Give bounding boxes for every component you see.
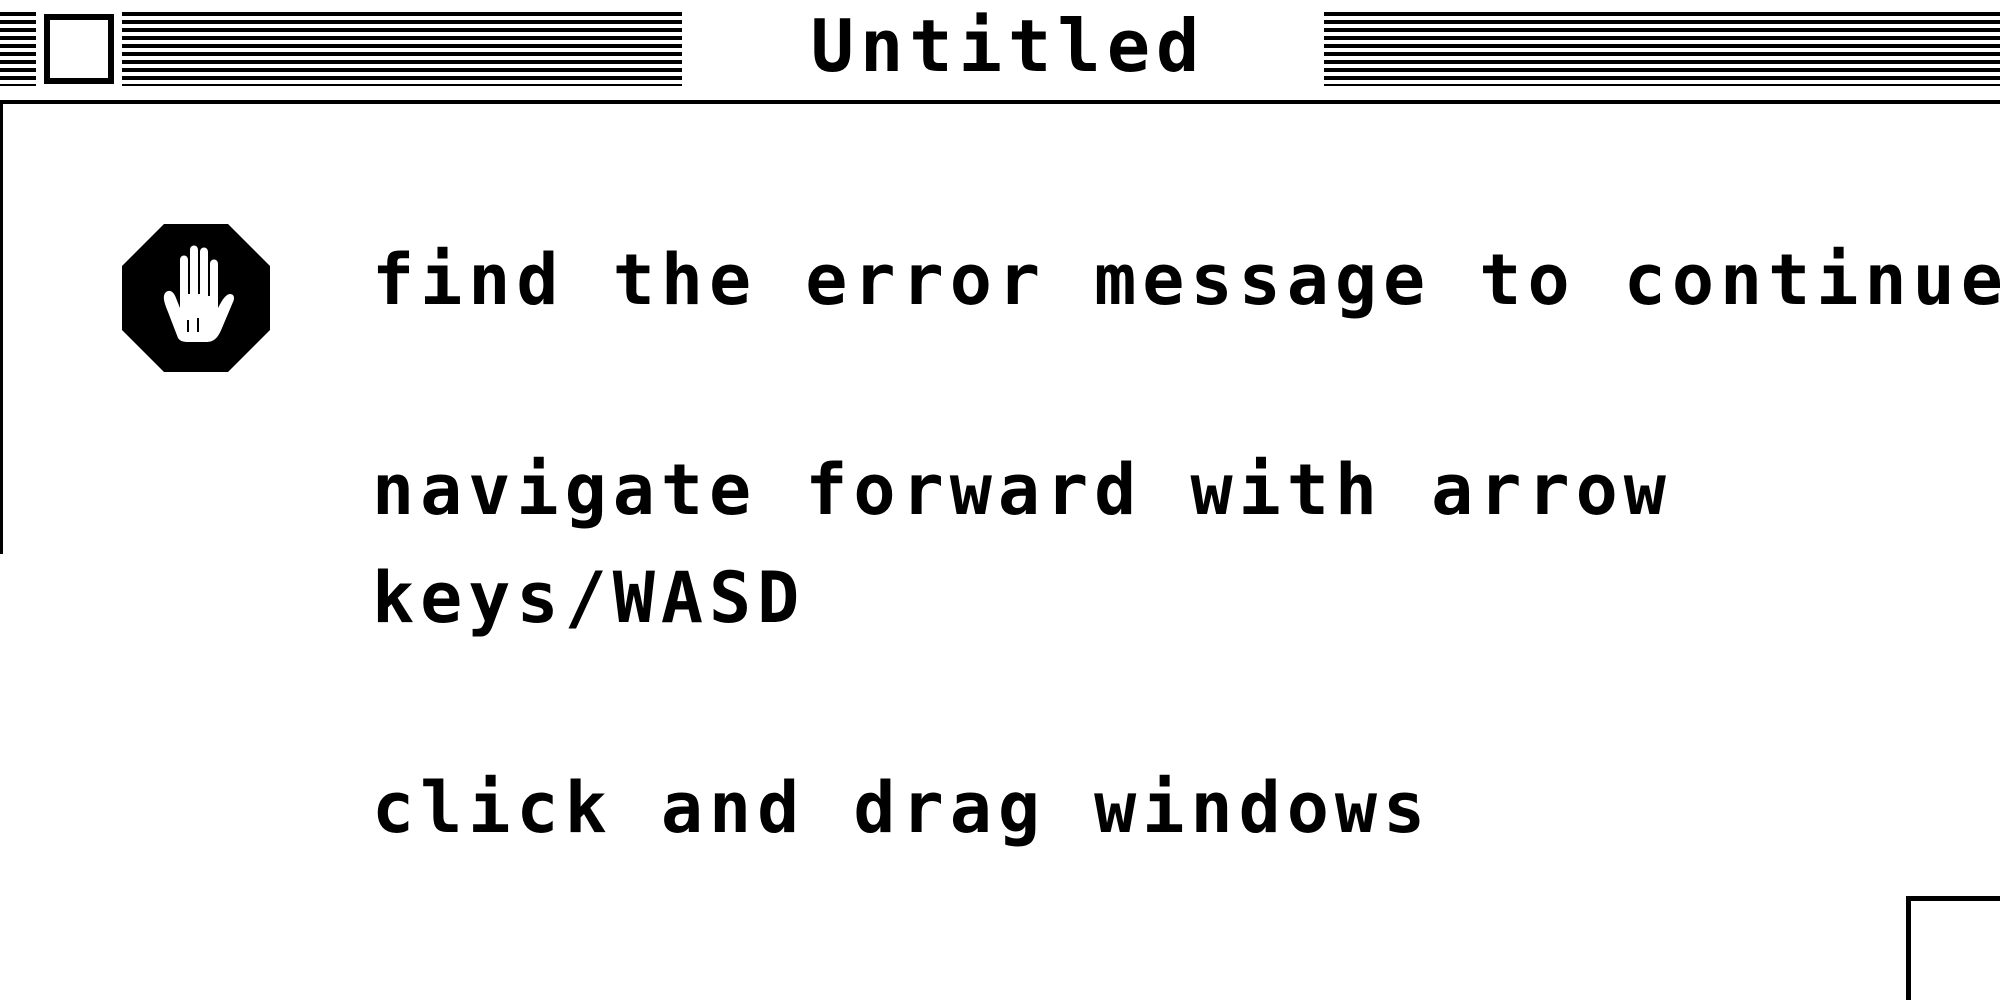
window-title: Untitled (810, 4, 1206, 88)
window-title-bar[interactable]: Untitled (0, 0, 2000, 104)
close-box-icon[interactable] (36, 6, 122, 92)
instruction-navigate: navigate forward with arrow keys/WASD (372, 449, 1672, 639)
instruction-drag-windows: click and drag windows (372, 767, 1432, 849)
stop-hand-icon (122, 224, 270, 372)
title-bar-stripes-right (1324, 12, 2000, 86)
window-left-border (0, 104, 3, 554)
resize-grip-icon[interactable] (1906, 896, 2000, 1000)
window-title-container: Untitled (710, 0, 1306, 96)
instruction-find-error: find the error message to continue (372, 239, 2000, 321)
untitled-window[interactable]: Untitled find the error message to conti… (0, 0, 2000, 1000)
